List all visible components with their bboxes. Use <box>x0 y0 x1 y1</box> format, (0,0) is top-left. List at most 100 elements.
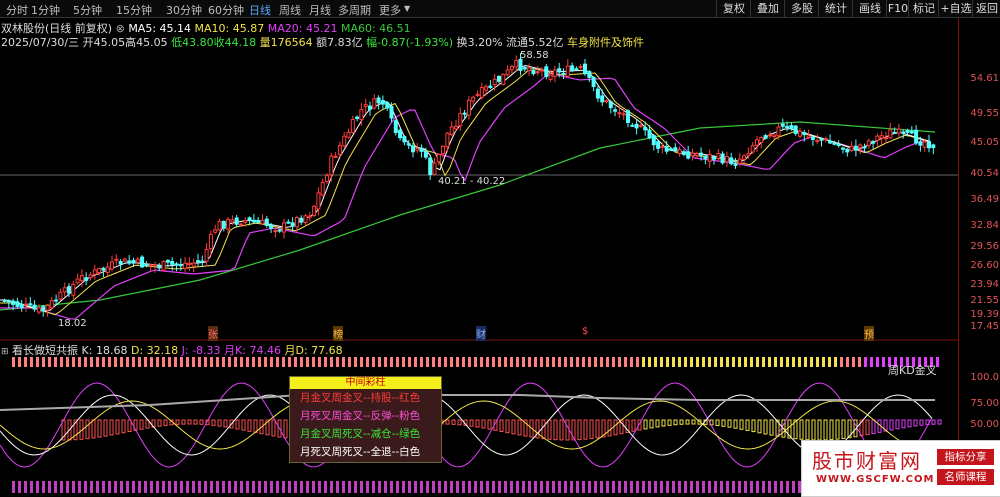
top-signal-bar <box>678 357 681 367</box>
candle <box>234 217 239 225</box>
sector-label[interactable]: 车身附件及饰件 <box>567 36 644 49</box>
top-signal-bar <box>258 357 261 367</box>
bottom-signal-bar <box>318 481 321 493</box>
candle <box>131 259 136 264</box>
quote-low: 低43.80 <box>171 36 214 49</box>
mid-color-bar <box>553 419 558 441</box>
tab-more[interactable]: 更多 <box>379 2 401 18</box>
candle <box>19 303 24 309</box>
mid-color-bar <box>217 419 222 427</box>
quote-high: 高45.05 <box>125 36 168 49</box>
back-button[interactable]: 返回 <box>972 0 1000 17</box>
f10-button[interactable]: F10 <box>886 0 909 17</box>
top-signal-bar <box>312 357 315 367</box>
tab-daily[interactable]: 日线 <box>249 2 271 18</box>
candle <box>703 155 708 160</box>
indicator-name[interactable]: 看长做短共振 <box>12 344 78 357</box>
candle <box>841 147 845 150</box>
mid-color-bar <box>697 419 702 425</box>
event-marker-zhang[interactable]: 张 <box>208 326 218 341</box>
mid-color-bar <box>601 419 606 438</box>
gap-label: 40.21 - 40.22 <box>438 176 506 187</box>
top-signal-bar <box>480 357 483 367</box>
price-chart[interactable] <box>0 0 1000 495</box>
candle <box>849 145 854 151</box>
adjust-button[interactable]: 复权 <box>716 0 751 17</box>
bottom-signal-bar <box>504 481 507 493</box>
candle <box>901 131 906 134</box>
tab-monthly[interactable]: 月线 <box>309 2 331 18</box>
bottom-signal-bar <box>564 481 567 493</box>
legend-row-reduce: 月金叉周死叉--减仓--绿色 <box>300 428 421 440</box>
bottom-signal-bar <box>780 481 783 493</box>
top-signal-bar <box>408 357 411 367</box>
overlay-button[interactable]: 叠加 <box>750 0 785 17</box>
bottom-signal-bar <box>708 481 711 493</box>
tab-30min[interactable]: 30分钟 <box>166 2 202 18</box>
candle <box>6 300 11 303</box>
weekly-kd-cross-label: 周KD金叉 <box>888 364 937 377</box>
bottom-signal-bar <box>246 481 249 493</box>
watermark-tag-indicator: 指标分享 <box>937 449 994 465</box>
bottom-signal-bar <box>114 481 117 493</box>
top-signal-bar <box>336 357 339 367</box>
top-signal-bar <box>726 357 729 367</box>
mid-color-bar <box>499 419 504 432</box>
top-signal-bar <box>810 357 813 367</box>
event-marker-bang[interactable]: 榜 <box>333 326 343 341</box>
bottom-signal-bar <box>174 481 177 493</box>
tab-5min[interactable]: 5分钟 <box>73 2 102 18</box>
candle <box>196 260 200 263</box>
statistics-button[interactable]: 统计 <box>818 0 853 17</box>
top-signal-bar <box>702 357 705 367</box>
tab-multi-period[interactable]: 多周期 <box>338 2 371 18</box>
mid-color-bar <box>469 419 474 427</box>
candle <box>626 110 630 123</box>
tab-1min[interactable]: 1分钟 <box>31 2 60 18</box>
mid-color-bar <box>163 419 168 426</box>
tab-intraday[interactable]: 分时 <box>6 2 28 18</box>
candle <box>677 149 682 154</box>
candle <box>656 141 661 149</box>
candle <box>664 145 669 152</box>
mark-button[interactable]: 标记 <box>908 0 939 17</box>
mid-color-bar <box>235 419 240 430</box>
legend-row-rebound: 月死叉周金叉--反弹--粉色 <box>300 410 421 422</box>
bottom-signal-bar <box>678 481 681 493</box>
candle <box>54 299 59 302</box>
tab-15min[interactable]: 15分钟 <box>116 2 152 18</box>
indicator-toggle-icon[interactable]: ⊞ <box>1 347 9 357</box>
event-marker-finance[interactable]: 财 <box>476 326 486 341</box>
top-signal-bar <box>366 357 369 367</box>
draw-line-button[interactable]: 画线 <box>852 0 887 17</box>
tab-60min[interactable]: 60分钟 <box>208 2 244 18</box>
add-watchlist-button[interactable]: +自选 <box>938 0 973 17</box>
chevron-down-icon[interactable]: ▼ <box>404 4 410 13</box>
event-marker-forecast[interactable]: 预 <box>864 326 874 341</box>
mid-color-bar <box>685 419 690 425</box>
bottom-signal-bar <box>702 481 705 493</box>
mid-color-bar <box>931 419 936 425</box>
candle <box>114 258 119 261</box>
bottom-signal-bar <box>378 481 381 493</box>
candle <box>157 265 162 269</box>
mid-color-bar <box>445 419 450 425</box>
top-signal-bar <box>384 357 387 367</box>
top-signal-bar <box>372 357 375 367</box>
event-marker-dollar[interactable]: $ <box>582 326 588 337</box>
indicator-month-d: 月D: 77.68 <box>284 344 343 357</box>
top-signal-bar <box>576 357 579 367</box>
mid-color-bar <box>271 419 276 437</box>
tab-weekly[interactable]: 周线 <box>279 2 301 18</box>
top-signal-bar <box>564 357 567 367</box>
multi-stock-button[interactable]: 多股 <box>784 0 819 17</box>
candle <box>294 217 299 228</box>
bottom-signal-bar <box>360 481 363 493</box>
candle <box>368 105 372 110</box>
candle <box>909 130 914 134</box>
bottom-signal-bar <box>198 481 201 493</box>
bottom-signal-bar <box>714 481 717 493</box>
top-signal-bar <box>96 357 99 367</box>
mid-color-bar <box>481 419 486 429</box>
mid-color-bar <box>109 419 114 436</box>
